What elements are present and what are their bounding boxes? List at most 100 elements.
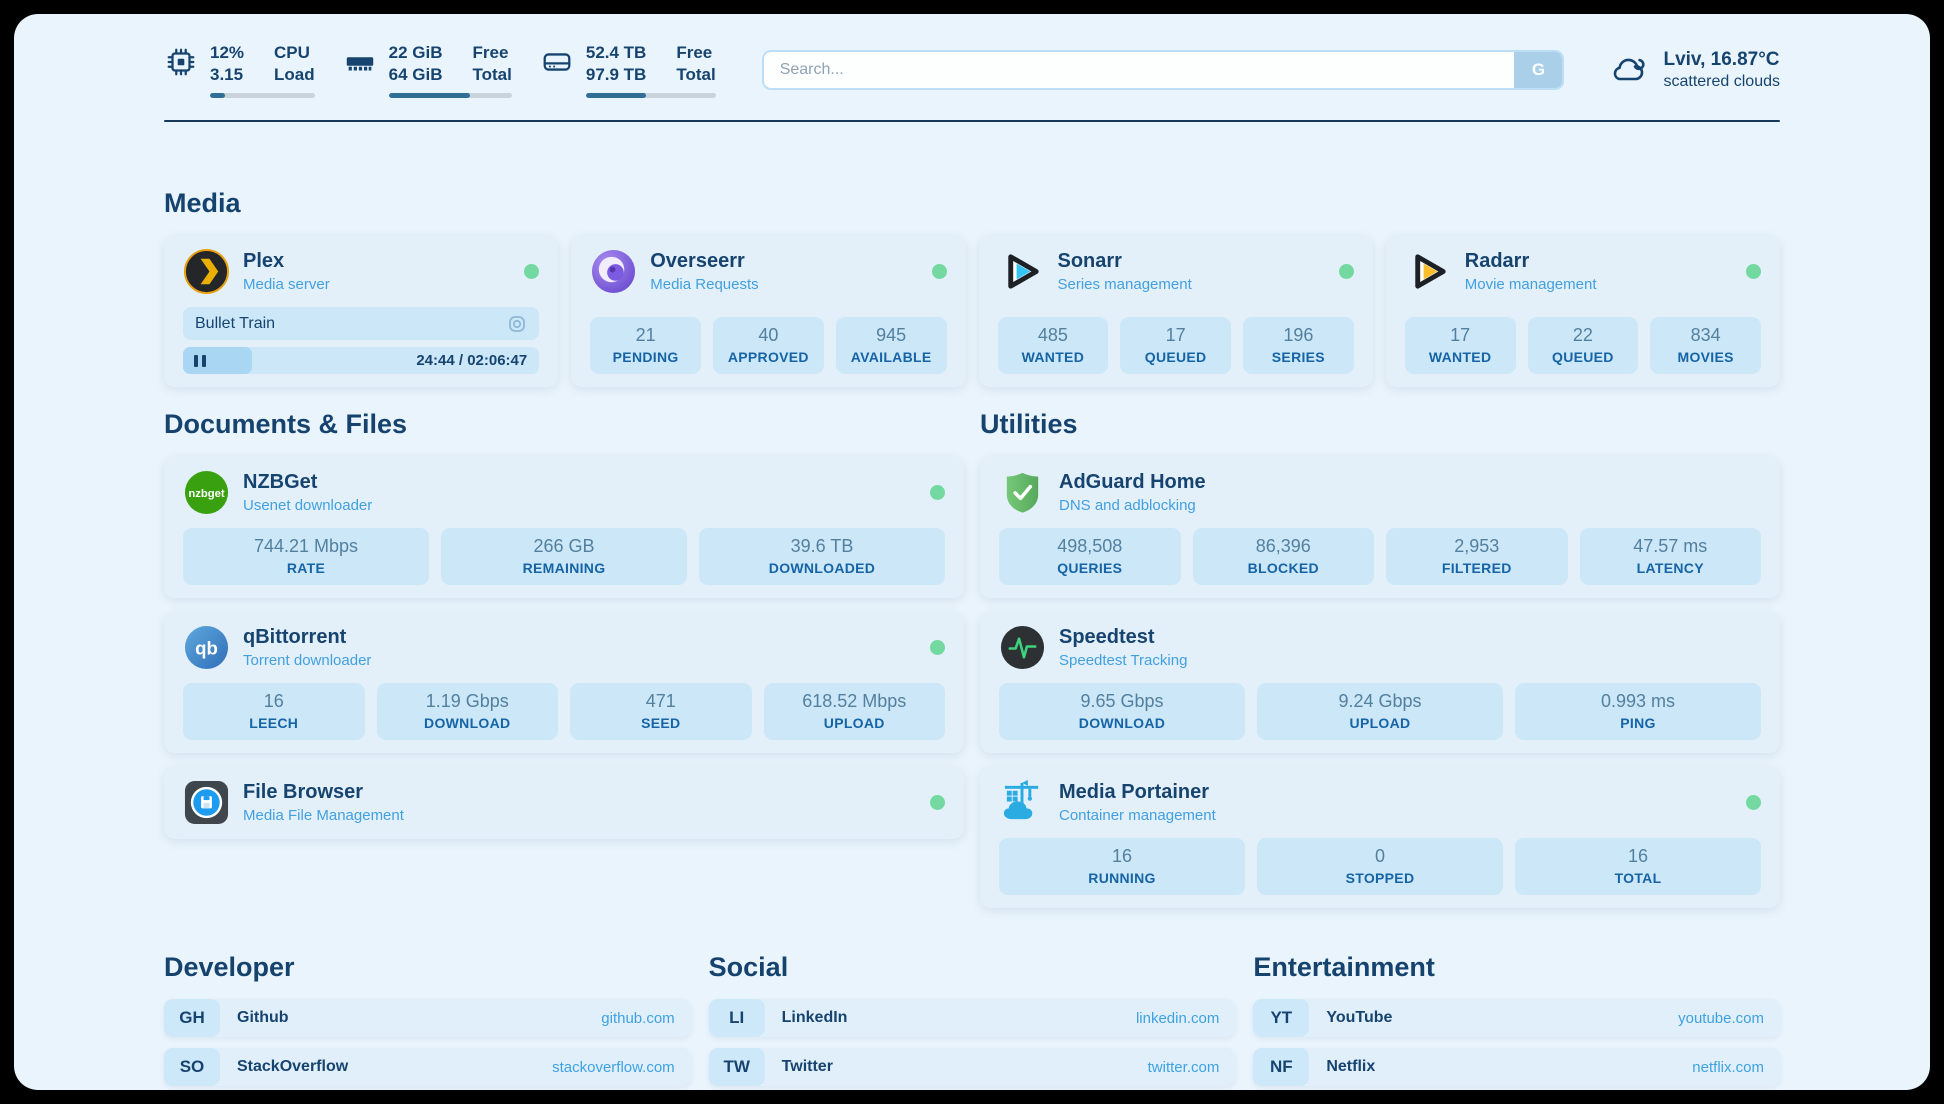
top-bar: 12%3.15CPULoad 22 GiB64 GiB FreeTotal 52.4 … xyxy=(14,14,1930,98)
service-card-qbittorrent[interactable]: qbqBittorrentTorrent downloader16LEECH1.… xyxy=(164,611,964,753)
stat-label: Total xyxy=(473,64,512,86)
bookmark-github[interactable]: GHGithubgithub.com xyxy=(164,999,691,1037)
service-subtitle: Speedtest Tracking xyxy=(1059,652,1187,669)
stat-tile-value: 9.65 Gbps xyxy=(1005,691,1239,712)
stat-tile-label: QUERIES xyxy=(1005,560,1175,576)
service-card-text: OverseerrMedia Requests xyxy=(650,250,758,293)
ram-icon xyxy=(343,45,377,79)
section-entertainment: Entertainment YTYouTubeyoutube.com NFNetfl… xyxy=(1253,952,1780,1090)
cards-column: nzbgetNZBGetUsenet downloader744.21 Mbps… xyxy=(164,456,964,839)
stat-tile-value: 485 xyxy=(1004,325,1103,346)
service-subtitle: Media File Management xyxy=(243,807,404,824)
stat-tile-value: 0 xyxy=(1263,846,1497,867)
stat-tile: 16RUNNING xyxy=(999,838,1245,895)
service-card-text: AdGuard HomeDNS and adblocking xyxy=(1059,471,1206,514)
playback-time: 24:44 / 02:06:47 xyxy=(416,352,539,369)
weather-location: Lviv, 16.87°C xyxy=(1663,49,1780,71)
stat-label: Free xyxy=(473,42,512,64)
system-stat: 52.4 TB97.9 TBFreeTotal xyxy=(540,42,716,98)
stat-value: 3.15 xyxy=(210,64,244,86)
section-media: Media PlexMedia serverBullet Train24:44 /… xyxy=(164,188,1780,387)
stat-tile-label: UPLOAD xyxy=(1263,715,1497,731)
service-card-sonarr[interactable]: SonarrSeries management485WANTED17QUEUED… xyxy=(979,235,1373,387)
service-card-text: RadarrMovie management xyxy=(1465,250,1597,293)
now-playing-title: Bullet Train xyxy=(195,315,275,333)
stat-tile-label: SEED xyxy=(576,715,746,731)
stat-tile: 16LEECH xyxy=(183,683,365,740)
view-icon[interactable] xyxy=(507,314,527,334)
media-cards-grid: PlexMedia serverBullet Train24:44 / 02:0… xyxy=(164,235,1780,387)
bookmark-youtube[interactable]: YTYouTubeyoutube.com xyxy=(1253,999,1780,1037)
service-card-header: OverseerrMedia Requests xyxy=(590,248,946,295)
service-name: Overseerr xyxy=(650,250,758,273)
stat-tile-value: 16 xyxy=(189,691,359,712)
dashboard-panel: 12%3.15CPULoad 22 GiB64 GiB FreeTotal 52.4 … xyxy=(14,14,1930,1090)
portainer-icon xyxy=(999,779,1046,826)
stat-tile-value: 9.24 Gbps xyxy=(1263,691,1497,712)
svg-text:nzbget: nzbget xyxy=(188,488,224,500)
bookmark-name: StackOverflow xyxy=(237,1058,348,1076)
stat-values: 22 GiB64 GiB xyxy=(389,42,443,86)
sonarr-icon xyxy=(998,248,1045,295)
google-search-button[interactable]: G xyxy=(1514,52,1562,88)
service-card-file-browser[interactable]: File Browser Media File Management xyxy=(164,766,964,839)
playback-progressbar: 24:44 / 02:06:47 xyxy=(183,347,539,374)
section-developer: DeveloperGHGithubgithub.comSOStackOverfl… xyxy=(164,952,691,1090)
stat-tile-label: LATENCY xyxy=(1586,560,1756,576)
stat-tile-value: 0.993 ms xyxy=(1521,691,1755,712)
stat-tile-value: 266 GB xyxy=(447,536,681,557)
stat-tile-label: APPROVED xyxy=(719,349,818,365)
stat-values: 52.4 TB97.9 TB xyxy=(586,42,646,86)
service-card-adguard-home[interactable]: AdGuard HomeDNS and adblocking498,508QUE… xyxy=(980,456,1780,598)
service-name: Media Portainer xyxy=(1059,781,1216,804)
search-input[interactable] xyxy=(762,50,1565,90)
stat-tile: 47.57 msLATENCY xyxy=(1580,528,1762,585)
service-card-header: AdGuard HomeDNS and adblocking xyxy=(999,469,1761,516)
service-card-header: File Browser Media File Management xyxy=(183,779,945,826)
service-name: Sonarr xyxy=(1058,250,1192,273)
bookmark-twitter[interactable]: TWTwittertwitter.com xyxy=(709,1048,1236,1086)
online-status-dot xyxy=(932,264,947,279)
bookmark-url: netflix.com xyxy=(1692,1059,1764,1076)
stat-tile: 21PENDING xyxy=(590,317,701,374)
online-status-dot xyxy=(524,264,539,279)
stat-tile-label: REMAINING xyxy=(447,560,681,576)
bookmark-linkedin[interactable]: LILinkedInlinkedin.com xyxy=(709,999,1236,1037)
bookmark-abbr-badge: YT xyxy=(1253,999,1309,1037)
stat-progress-fill xyxy=(210,93,225,98)
service-card-media-portainer[interactable]: Media PortainerContainer management16RUN… xyxy=(980,766,1780,908)
service-card-nzbget[interactable]: nzbgetNZBGetUsenet downloader744.21 Mbps… xyxy=(164,456,964,598)
service-subtitle: DNS and adblocking xyxy=(1059,497,1206,514)
section-title: Entertainment xyxy=(1253,952,1780,983)
bookmark-abbr-badge: NF xyxy=(1253,1048,1309,1086)
service-card-header: nzbgetNZBGetUsenet downloader xyxy=(183,469,945,516)
section-title: Media xyxy=(164,188,1780,219)
stat-tile-label: SERIES xyxy=(1249,349,1348,365)
service-card-header: qbqBittorrentTorrent downloader xyxy=(183,624,945,671)
stat-tile: 9.24 Gbps UPLOAD xyxy=(1257,683,1503,740)
service-card-radarr[interactable]: RadarrMovie management17WANTED22QUEUED83… xyxy=(1386,235,1780,387)
stat-tile: 17WANTED xyxy=(1405,317,1516,374)
service-stats: 498,508QUERIES86,396BLOCKED2,953FILTERED… xyxy=(999,516,1761,585)
system-stats: 12%3.15CPULoad 22 GiB64 GiB FreeTotal 52.4 … xyxy=(164,42,716,98)
disk-icon xyxy=(540,45,574,79)
online-status-dot xyxy=(930,640,945,655)
online-status-dot xyxy=(1339,264,1354,279)
service-card-speedtest[interactable]: SpeedtestSpeedtest Tracking9.65 GbpsDOWN… xyxy=(980,611,1780,753)
service-name: File Browser xyxy=(243,781,404,804)
columns-sections: Documents & FilesnzbgetNZBGetUsenet down… xyxy=(164,409,1780,908)
bookmark-netflix[interactable]: NFNetflixnetflix.com xyxy=(1253,1048,1780,1086)
service-card-overseerr[interactable]: OverseerrMedia Requests21PENDING40APPROV… xyxy=(571,235,965,387)
cloud-icon xyxy=(1606,48,1650,92)
service-card-plex[interactable]: PlexMedia serverBullet Train24:44 / 02:0… xyxy=(164,235,558,387)
stat-tile-label: STOPPED xyxy=(1263,870,1497,886)
online-status-dot xyxy=(1746,264,1761,279)
stat-tile: 17QUEUED xyxy=(1120,317,1231,374)
system-stat: 12%3.15CPULoad xyxy=(164,42,315,98)
bookmark-stackoverflow[interactable]: SOStackOverflowstackoverflow.com xyxy=(164,1048,691,1086)
cards-column: AdGuard HomeDNS and adblocking498,508QUE… xyxy=(980,456,1780,908)
adguard-icon xyxy=(999,469,1046,516)
bookmark-url: youtube.com xyxy=(1678,1010,1764,1027)
qbittorrent-icon: qb xyxy=(183,624,230,671)
service-subtitle: Series management xyxy=(1058,276,1192,293)
